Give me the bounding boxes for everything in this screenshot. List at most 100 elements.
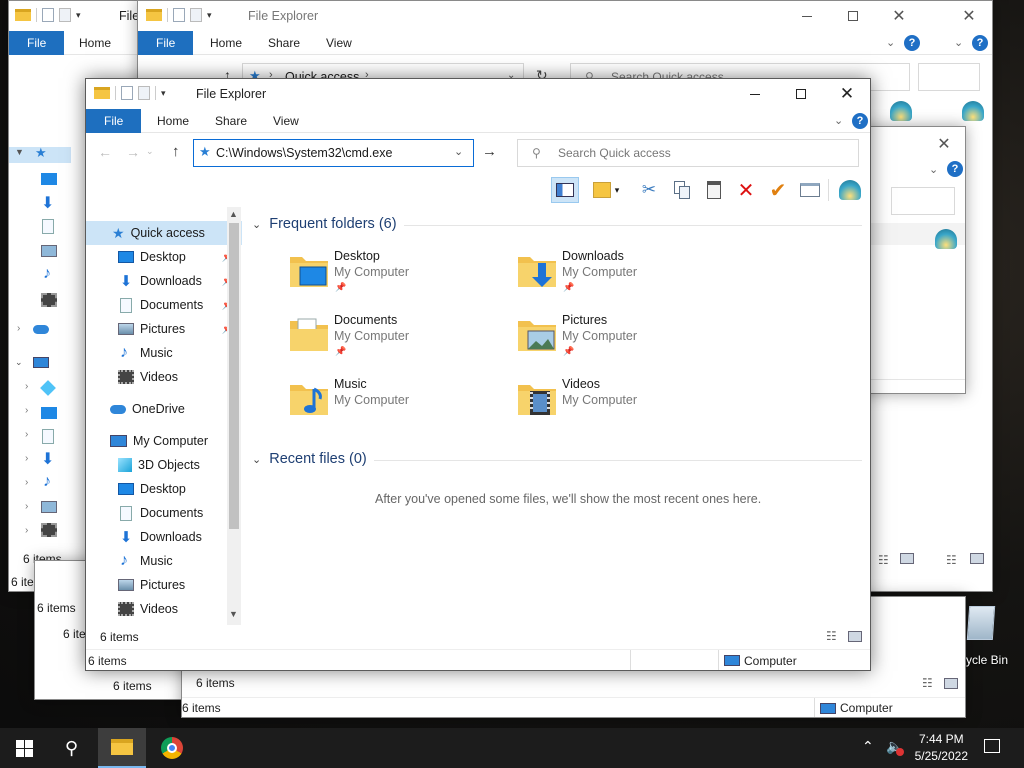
folder-tile-music[interactable]: Music My Computer [288,377,508,435]
customize-quick-access-icon[interactable]: ▾ [76,10,81,21]
recent-locations-icon[interactable]: ⌄ [146,146,154,157]
chevron-right-icon[interactable]: › [25,477,28,488]
taskbar-chrome[interactable] [148,728,196,768]
options-shell-icon[interactable] [935,229,957,249]
share-tab[interactable]: Share [203,109,259,133]
cut-button[interactable]: ✂ [635,177,663,203]
nav-my-computer[interactable]: My Computer [86,429,242,453]
navigation-pane-button[interactable] [551,177,579,203]
bg1-home-tab[interactable]: Home [67,31,123,55]
close-button[interactable]: ✕ [824,79,870,109]
expand-ribbon-icon[interactable]: ⌄ [954,36,963,49]
view-tiles-icon[interactable] [970,553,984,564]
minimize-button[interactable] [732,79,778,109]
nav-item-videos-pc[interactable]: Videos [86,597,242,621]
nav-item-music-pc[interactable]: ♪ Music [86,549,242,573]
customize-quick-access-icon[interactable]: ▾ [161,88,166,99]
properties-icon[interactable] [42,8,54,22]
chevron-right-icon[interactable]: › [25,381,28,392]
rename-button[interactable]: ✔ [764,177,792,203]
help-icon[interactable]: ? [852,113,868,129]
bg3-search-box[interactable] [891,187,955,215]
bg2-minimize-button[interactable] [784,1,830,31]
action-center-icon[interactable] [984,739,1000,753]
chevron-right-icon[interactable]: › [25,525,28,536]
properties-icon[interactable] [121,86,133,100]
taskbar-file-explorer[interactable] [98,728,146,768]
start-button[interactable] [0,728,48,768]
nav-onedrive[interactable]: OneDrive [86,397,242,421]
nav-item-desktop[interactable]: Desktop 📌 [86,245,242,269]
details-view-icon[interactable]: ☷ [826,629,837,643]
home-tab[interactable]: Home [145,109,201,133]
expand-ribbon-icon[interactable]: ⌄ [886,36,895,49]
main-titlebar[interactable]: ▾ File Explorer ✕ [86,79,870,109]
customize-quick-access-icon[interactable]: ▾ [207,10,212,21]
nav-item-pictures[interactable]: Pictures 📌 [86,317,242,341]
options-button[interactable] [836,177,864,203]
nav-item-desktop-pc[interactable]: Desktop [86,477,242,501]
address-input[interactable] [216,143,446,163]
view-tab[interactable]: View [261,109,311,133]
file-tab[interactable]: File [86,109,142,133]
folder-tile-videos[interactable]: Videos My Computer [516,377,736,435]
folder-tile-desktop[interactable]: Desktop My Computer 📌 [288,249,508,307]
chevron-right-icon[interactable]: › [25,453,28,464]
bg2-view-tab[interactable]: View [314,31,364,55]
search-button[interactable]: ⚲ [48,728,96,768]
nav-item-documents[interactable]: Documents 📌 [86,293,242,317]
expand-ribbon-icon[interactable]: ⌄ [834,114,843,127]
large-icons-view-icon[interactable] [848,631,862,642]
folder-tile-downloads[interactable]: Downloads My Computer 📌 [516,249,736,307]
address-bar[interactable]: ★ ⌄ [193,139,474,167]
scroll-thumb[interactable] [229,223,239,529]
view-tiles-icon[interactable] [900,553,914,564]
recycle-bin[interactable]: ycle Bin [964,600,1024,672]
forward-arrow-icon[interactable]: → [126,144,140,160]
view-details-icon[interactable]: ☷ [878,553,889,567]
chevron-down-icon[interactable]: ▼ [15,147,24,157]
options-shell-icon[interactable] [962,101,984,121]
back-arrow-icon[interactable]: ← [98,144,112,160]
show-hidden-icons-icon[interactable]: ⌃ [862,738,874,755]
bg2-share-tab[interactable]: Share [256,31,312,55]
chevron-down-icon[interactable]: ⌄ [15,357,23,368]
bg3-close-button[interactable]: ✕ [921,129,965,159]
view-details-icon[interactable]: ☷ [922,676,933,690]
paste-button[interactable] [700,177,728,203]
recent-files-header[interactable]: ⌄ Recent files (0) [252,451,367,467]
up-arrow-icon[interactable]: ↑ [172,143,180,160]
preview-pane-button[interactable]: ▾ [587,177,625,203]
expand-ribbon-icon[interactable]: ⌄ [929,163,938,176]
help-icon[interactable]: ? [904,35,920,51]
main-explorer-window[interactable]: ▾ File Explorer ✕ File Home Share View ⌄… [85,78,871,671]
bg-explorer-window-3[interactable]: ✕ ⌄ ? [860,126,966,394]
bg2-titlebar[interactable]: ▾ File Explorer ✕ ✕ [138,1,992,31]
nav-item-videos[interactable]: Videos [86,365,242,389]
address-dropdown-icon[interactable]: ⌄ [454,145,463,158]
go-arrow-icon[interactable]: → [482,143,497,160]
bg2-close-button[interactable]: ✕ [876,1,922,31]
bg2-maximize-button[interactable] [830,1,876,31]
properties-icon[interactable] [173,8,185,22]
bg2-home-tab[interactable]: Home [198,31,254,55]
nav-item-pictures-pc[interactable]: Pictures [86,573,242,597]
properties-button[interactable] [796,177,824,203]
options-shell-icon[interactable] [890,101,912,121]
bg2b-search-box[interactable] [918,63,980,91]
view-tiles-icon[interactable] [944,678,958,689]
help-icon[interactable]: ? [947,161,963,177]
nav-item-downloads-pc[interactable]: ⬇ Downloads [86,525,242,549]
new-folder-icon[interactable] [138,86,150,100]
scroll-up-icon[interactable]: ▲ [229,209,238,219]
delete-button[interactable]: ✕ [732,177,760,203]
nav-quick-access[interactable]: ★ Quick access [86,221,242,245]
nav-pane-scrollbar[interactable]: ▲ ▼ [227,207,241,625]
search-box[interactable]: ⚲ Search Quick access [517,139,859,167]
bg1-file-tab[interactable]: File [9,31,65,55]
folder-tile-documents[interactable]: Documents My Computer 📌 [288,313,508,371]
new-folder-icon[interactable] [59,8,71,22]
help-icon[interactable]: ? [972,35,988,51]
maximize-button[interactable] [778,79,824,109]
frequent-folders-header[interactable]: ⌄ Frequent folders (6) [252,216,397,232]
